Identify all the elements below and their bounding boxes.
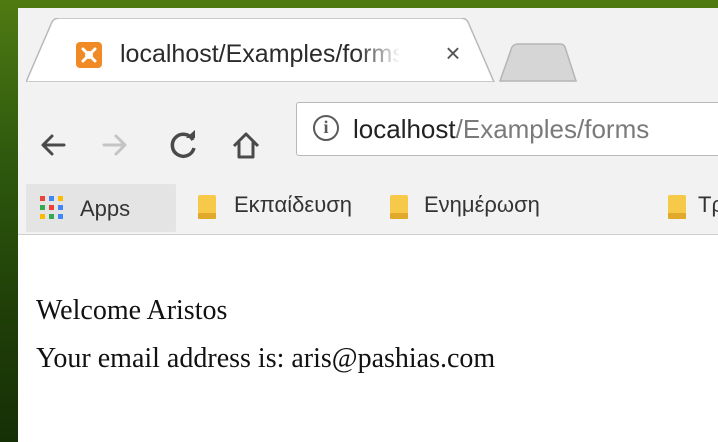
reload-icon[interactable] xyxy=(168,129,200,161)
url-host: localhost xyxy=(353,114,456,144)
folder-icon xyxy=(668,195,686,219)
url-text[interactable]: localhost/Examples/forms xyxy=(353,114,649,145)
url-path: /Examples/forms xyxy=(455,114,650,144)
apps-grid-icon xyxy=(40,196,64,220)
folder-icon xyxy=(198,195,216,219)
info-icon[interactable]: i xyxy=(313,115,339,141)
bookmarks-bar: Apps Εκπαίδευση Ενημέρωση Τρ xyxy=(18,180,718,235)
email-text: Your email address is: aris@pashias.com xyxy=(36,343,496,374)
forward-arrow-icon[interactable] xyxy=(98,129,130,161)
bookmark-label: Τρ xyxy=(698,192,718,217)
xampp-icon xyxy=(76,42,102,68)
browser-tab[interactable]: localhost/Examples/forms/welcome.php × xyxy=(26,18,496,82)
tab-title: localhost/Examples/forms/welcome.php xyxy=(120,40,400,68)
browser-window: localhost/Examples/forms/welcome.php × i… xyxy=(18,8,718,442)
bookmark-label: Apps xyxy=(80,196,131,221)
tab-strip: localhost/Examples/forms/welcome.php × xyxy=(18,8,718,82)
bookmark-label: Εκπαίδευση xyxy=(234,192,353,217)
new-tab-button[interactable] xyxy=(498,43,578,83)
close-tab-icon[interactable]: × xyxy=(438,38,468,68)
home-icon[interactable] xyxy=(230,129,262,161)
address-bar[interactable]: i localhost/Examples/forms xyxy=(296,102,718,156)
bookmark-label: Ενημέρωση xyxy=(424,192,540,217)
folder-icon xyxy=(390,195,408,219)
page-content: Welcome Aristos Your email address is: a… xyxy=(18,235,718,442)
welcome-text: Welcome Aristos xyxy=(36,295,228,326)
back-arrow-icon[interactable] xyxy=(38,129,70,161)
bookmark-apps[interactable]: Apps xyxy=(26,184,176,232)
